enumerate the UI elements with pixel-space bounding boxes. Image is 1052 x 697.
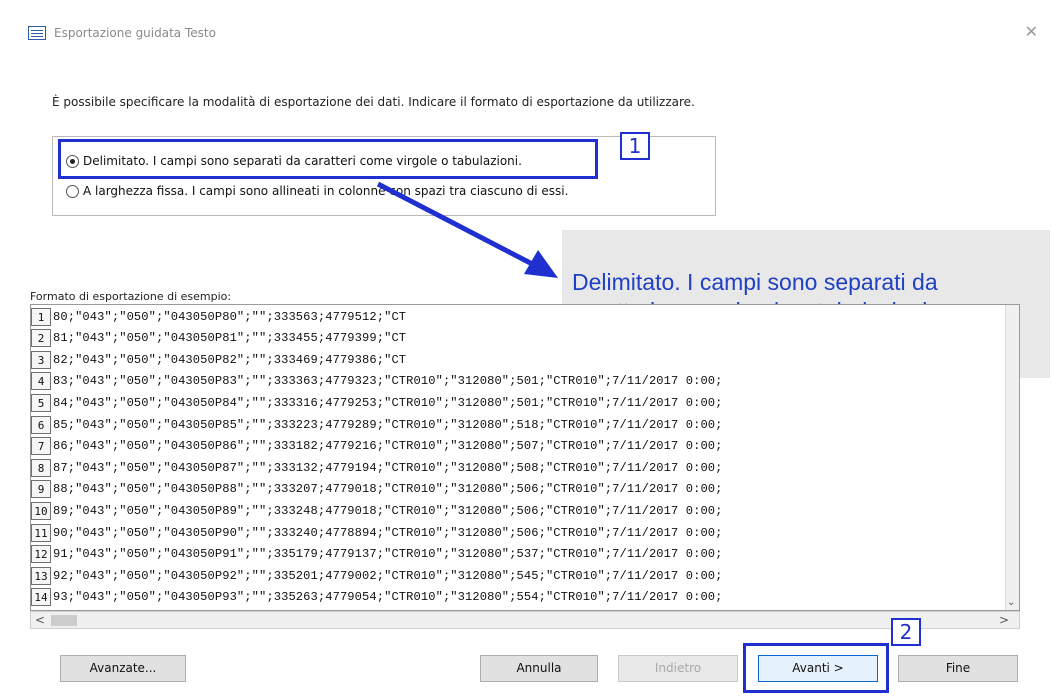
- arrow-shaft: [376, 181, 542, 271]
- export-wizard-dialog: Esportazione guidata Testo ✕ È possibile…: [0, 0, 1052, 697]
- annotation-arrow: [376, 181, 558, 278]
